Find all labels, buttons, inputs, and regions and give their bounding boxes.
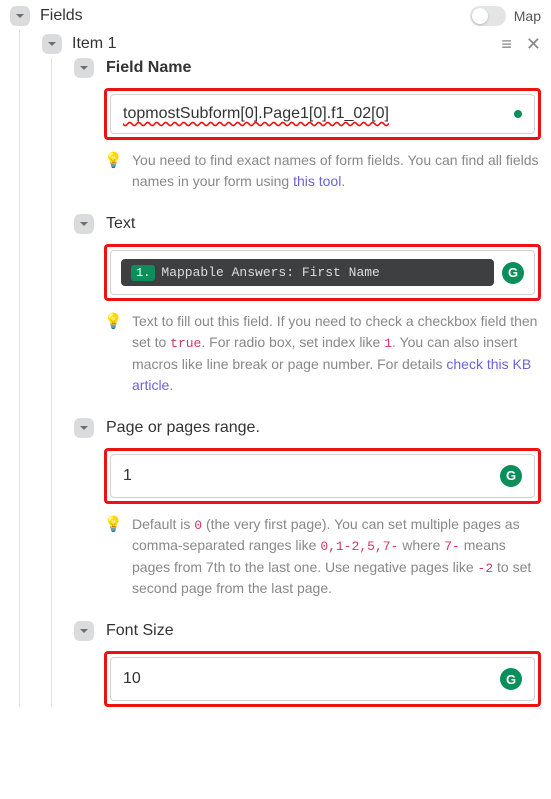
- map-toggle[interactable]: Map: [470, 6, 541, 26]
- grammarly-icon: G: [500, 668, 522, 690]
- close-icon[interactable]: ✕: [526, 35, 541, 53]
- page-range-input[interactable]: 1 G: [110, 454, 535, 498]
- font-size-input[interactable]: 10 G: [110, 657, 535, 701]
- text-input-wrap: 1. Mappable Answers: First Name G: [104, 244, 541, 301]
- field-name-label: Field Name: [106, 59, 541, 77]
- code-text: -2: [478, 561, 494, 576]
- chevron-down-icon: [15, 11, 25, 21]
- page-range-hint: 💡 Default is 0 (the very first page). Yo…: [104, 514, 541, 600]
- field-name-block: Field Name topmostSubform[0].Page1[0].f1…: [74, 58, 541, 192]
- bulb-icon: 💡: [104, 514, 122, 600]
- grammarly-dot-icon: [514, 110, 522, 118]
- item-header: Item 1 ≡ ✕: [42, 30, 541, 58]
- chevron-down-icon: [79, 626, 89, 636]
- font-size-input-wrap: 10 G: [104, 651, 541, 707]
- pill-number: 1.: [131, 265, 155, 281]
- page-range-label: Page or pages range.: [106, 419, 260, 437]
- bulb-icon: 💡: [104, 311, 122, 396]
- fields-label: Fields: [40, 7, 460, 25]
- field-name-input-wrap: topmostSubform[0].Page1[0].f1_02[0]: [104, 88, 541, 140]
- this-tool-link[interactable]: this tool: [293, 173, 341, 189]
- map-label: Map: [514, 8, 541, 24]
- code-text: true: [170, 336, 201, 351]
- collapse-toggle-pagerange[interactable]: [74, 418, 94, 438]
- text-label: Text: [106, 215, 135, 233]
- hint-text: .: [169, 377, 173, 393]
- code-text: 0: [194, 518, 202, 533]
- chevron-down-icon: [79, 63, 89, 73]
- code-text: 7-: [444, 539, 460, 554]
- collapse-toggle-fields[interactable]: [10, 6, 30, 26]
- fields-header: Fields Map: [10, 2, 541, 30]
- font-size-value: 10: [123, 670, 492, 688]
- collapse-toggle-fontsize[interactable]: [74, 621, 94, 641]
- switch-icon: [470, 6, 506, 26]
- text-input[interactable]: 1. Mappable Answers: First Name G: [110, 250, 535, 295]
- chevron-down-icon: [79, 423, 89, 433]
- code-text: 1: [384, 336, 392, 351]
- field-name-value: topmostSubform[0].Page1[0].f1_02[0]: [123, 105, 510, 123]
- field-name-input[interactable]: topmostSubform[0].Page1[0].f1_02[0]: [110, 94, 535, 134]
- code-text: 0,1-2,5,7-: [320, 539, 398, 554]
- field-name-hint: 💡 You need to find exact names of form f…: [104, 150, 541, 192]
- pill-label: Mappable Answers: First Name: [161, 265, 379, 280]
- collapse-toggle-item[interactable]: [42, 34, 62, 54]
- grammarly-icon: G: [500, 465, 522, 487]
- font-size-block: Font Size 10 G: [74, 621, 541, 707]
- item-title: Item 1: [72, 35, 491, 53]
- chevron-down-icon: [47, 39, 57, 49]
- chevron-down-icon: [79, 219, 89, 229]
- collapse-toggle-text[interactable]: [74, 214, 94, 234]
- hint-text: where: [398, 537, 444, 553]
- grammarly-icon: G: [502, 262, 524, 284]
- hint-text: . For radio box, set index like: [201, 334, 384, 350]
- text-block: Text 1. Mappable Answers: First Name G 💡: [74, 214, 541, 396]
- collapse-toggle-fieldname[interactable]: [74, 58, 94, 78]
- hint-text: Default is: [132, 516, 194, 532]
- text-pill: 1. Mappable Answers: First Name: [121, 259, 494, 286]
- page-range-input-wrap: 1 G: [104, 448, 541, 504]
- bulb-icon: 💡: [104, 150, 122, 192]
- page-range-block: Page or pages range. 1 G 💡 Default is 0 …: [74, 418, 541, 600]
- page-range-value: 1: [123, 467, 492, 485]
- font-size-label: Font Size: [106, 622, 174, 640]
- hint-text: .: [341, 173, 345, 189]
- menu-icon[interactable]: ≡: [501, 35, 512, 53]
- text-hint: 💡 Text to fill out this field. If you ne…: [104, 311, 541, 396]
